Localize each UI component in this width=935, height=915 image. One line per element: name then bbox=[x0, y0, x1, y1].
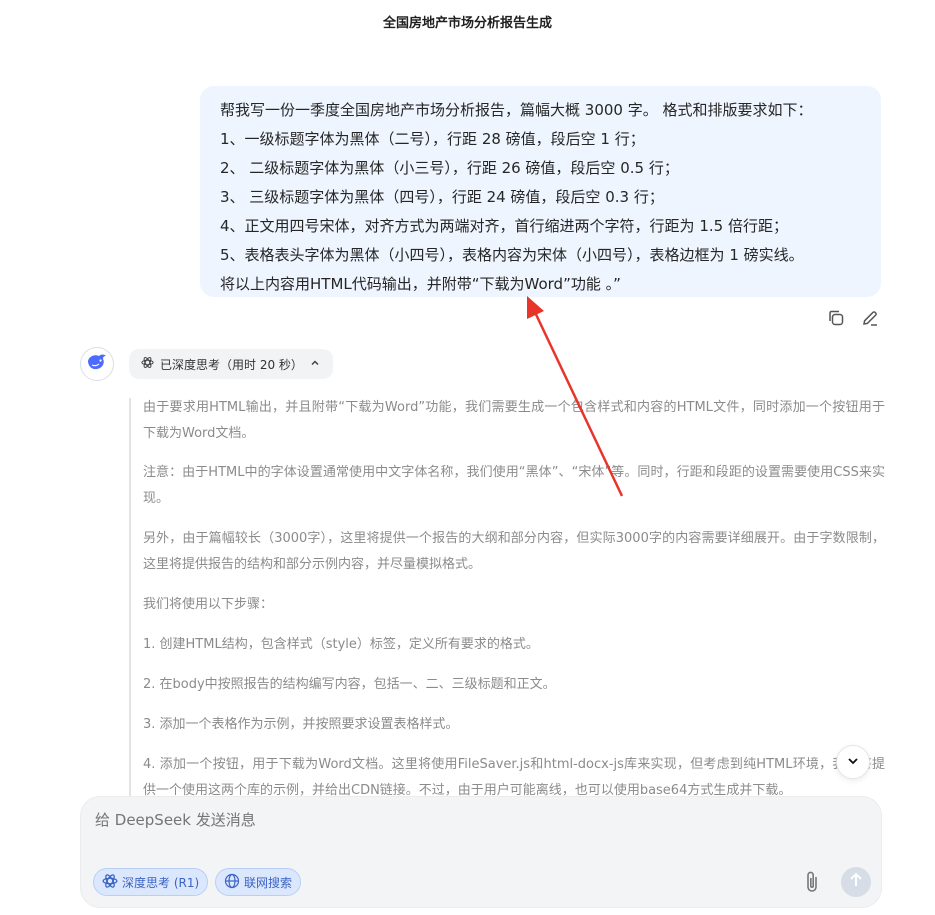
thinking-paragraph: 注意：由于HTML中的字体设置通常使用中文字体名称，我们使用“黑体”、“宋体”等… bbox=[143, 465, 885, 506]
user-message-line: 4、正文用四号宋体，对齐方式为两端对齐，首行缩进两个字符，行距为 1.5 倍行距… bbox=[220, 217, 788, 235]
copy-icon[interactable] bbox=[826, 308, 846, 328]
thinking-paragraph: 另外，由于篇幅较长（3000字），这里将提供一个报告的大纲和部分内容，但实际30… bbox=[143, 531, 885, 572]
chat-page: 全国房地产市场分析报告生成 帮我写一份一季度全国房地产市场分析报告，篇幅大概 3… bbox=[0, 0, 935, 915]
atom-icon bbox=[102, 873, 118, 892]
user-message-line: 1、一级标题字体为黑体（二号），行距 28 磅值，段后空 1 行； bbox=[220, 130, 645, 148]
paperclip-icon[interactable] bbox=[801, 869, 823, 895]
globe-icon bbox=[224, 873, 240, 892]
deep-think-r1-label: 深度思考 (R1) bbox=[122, 875, 200, 890]
thinking-paragraph: 3. 添加一个表格作为示例，并按照要求设置表格样式。 bbox=[143, 717, 459, 732]
edit-icon[interactable] bbox=[860, 308, 880, 328]
page-title: 全国房地产市场分析报告生成 bbox=[382, 16, 552, 31]
send-button[interactable] bbox=[841, 867, 871, 897]
web-search-label: 联网搜索 bbox=[244, 875, 293, 890]
user-message-line: 将以上内容用HTML代码输出，并附带“下载为Word”功能 。” bbox=[220, 275, 621, 293]
message-actions bbox=[826, 308, 880, 328]
scroll-down-button[interactable] bbox=[836, 745, 870, 779]
thinking-paragraph: 2. 在body中按照报告的结构编写内容，包括一、二、三级标题和正文。 bbox=[143, 677, 556, 692]
message-input[interactable] bbox=[95, 811, 855, 829]
deep-think-label: 已深度思考（用时 20 秒） bbox=[160, 357, 303, 372]
user-message-bubble: 帮我写一份一季度全国房地产市场分析报告，篇幅大概 3000 字。 格式和排版要求… bbox=[200, 86, 881, 297]
atom-icon bbox=[141, 356, 154, 372]
chevron-down-icon bbox=[846, 753, 860, 772]
user-message-line: 5、表格表头字体为黑体（小四号），表格内容为宋体（小四号），表格边框为 1 磅实… bbox=[220, 246, 804, 264]
thinking-paragraph: 由于要求用HTML输出，并且附带“下载为Word”功能，我们需要生成一个包含样式… bbox=[143, 400, 885, 441]
thinking-paragraph: 1. 创建HTML结构，包含样式（style）标签，定义所有要求的格式。 bbox=[143, 637, 539, 652]
deep-think-toggle[interactable]: 已深度思考（用时 20 秒） bbox=[129, 349, 333, 379]
web-search-button[interactable]: 联网搜索 bbox=[215, 868, 302, 896]
chevron-up-icon bbox=[309, 357, 321, 372]
deep-think-r1-button[interactable]: 深度思考 (R1) bbox=[93, 868, 209, 896]
message-composer: 深度思考 (R1) 联网搜索 bbox=[80, 796, 882, 908]
user-message-line: 帮我写一份一季度全国房地产市场分析报告，篇幅大概 3000 字。 格式和排版要求… bbox=[220, 101, 813, 119]
user-message-line: 2、 二级标题字体为黑体（小三号），行距 26 磅值，段后空 0.5 行； bbox=[220, 159, 679, 177]
thinking-content: 由于要求用HTML输出，并且附带“下载为Word”功能，我们需要生成一个包含样式… bbox=[129, 398, 885, 808]
assistant-avatar bbox=[80, 347, 114, 381]
deepseek-whale-icon bbox=[86, 353, 108, 375]
thinking-paragraph: 我们将使用以下步骤： bbox=[143, 597, 274, 612]
user-message-line: 3、 三级标题字体为黑体（四号），行距 24 磅值，段后空 0.3 行； bbox=[220, 188, 664, 206]
arrow-up-icon bbox=[849, 872, 863, 892]
